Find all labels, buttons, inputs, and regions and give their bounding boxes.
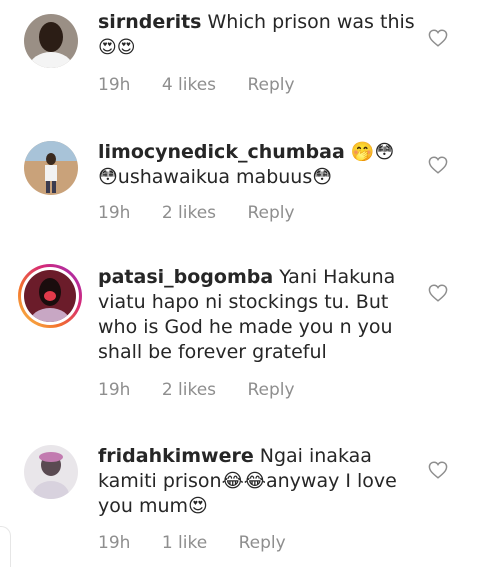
comment-time: 19h: [98, 203, 131, 223]
comment-username[interactable]: fridahkimwere: [98, 445, 254, 467]
comment-text: Which prison was this: [207, 11, 415, 33]
heart-outline-icon[interactable]: [428, 284, 448, 302]
comment-text-block: limocynedick_chumbaa 🤭😳 😳ushawaikua mabuu…: [98, 140, 416, 190]
comment-meta: 19h 2 likes Reply: [98, 380, 321, 400]
reply-button[interactable]: Reply: [239, 533, 286, 553]
avatar[interactable]: [24, 14, 78, 68]
avatar-story-ring[interactable]: [18, 264, 82, 328]
comment-time: 19h: [98, 380, 131, 400]
avatar: [24, 270, 76, 322]
reply-button[interactable]: Reply: [247, 203, 294, 223]
comment-meta: 19h 4 likes Reply: [98, 75, 321, 95]
comment-time: 19h: [98, 533, 131, 553]
comment-text-block: sirnderits Which prison was this 😍😍: [98, 10, 416, 60]
comment-meta: 19h 2 likes Reply: [98, 203, 321, 223]
avatar[interactable]: [24, 141, 78, 195]
comment-meta: 19h 1 like Reply: [98, 533, 312, 553]
reply-button[interactable]: Reply: [247, 75, 294, 95]
comment-username[interactable]: patasi_bogomba: [98, 266, 273, 288]
comment-username[interactable]: sirnderits: [98, 11, 201, 33]
comment-likes[interactable]: 2 likes: [162, 380, 216, 400]
comment-text-block: patasi_bogomba Yani Hakuna viatu hapo ni …: [98, 265, 416, 365]
panel-edge: [0, 526, 11, 567]
reply-button[interactable]: Reply: [247, 380, 294, 400]
heart-outline-icon[interactable]: [428, 156, 448, 174]
comment-likes[interactable]: 4 likes: [162, 75, 216, 95]
comment-text-block: fridahkimwere Ngai inakaa kamiti prison😂😂…: [98, 444, 416, 519]
heart-outline-icon[interactable]: [428, 461, 448, 479]
comment-likes[interactable]: 2 likes: [162, 203, 216, 223]
heart-outline-icon[interactable]: [428, 29, 448, 47]
comment-emoji: 😍😍: [98, 37, 136, 58]
avatar[interactable]: [24, 445, 78, 499]
comment-username[interactable]: limocynedick_chumbaa: [98, 141, 345, 163]
comment-time: 19h: [98, 75, 131, 95]
comment-likes[interactable]: 1 like: [162, 533, 207, 553]
